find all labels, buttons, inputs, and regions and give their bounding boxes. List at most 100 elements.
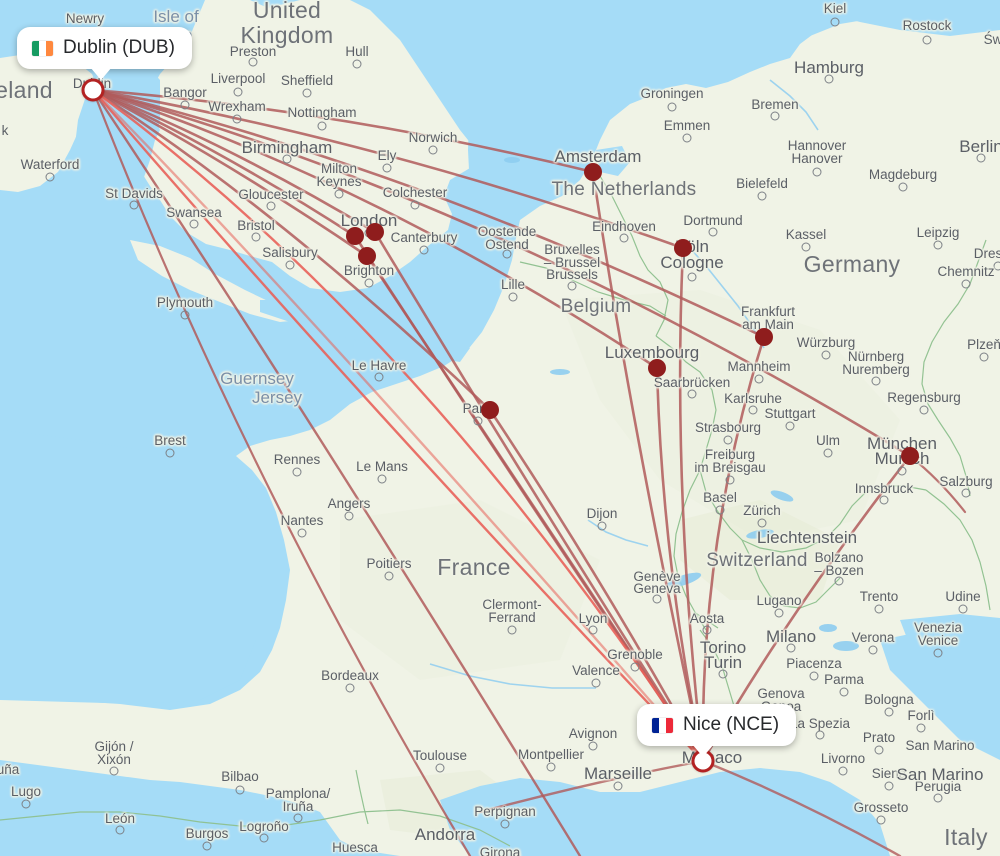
route-cgn-nce bbox=[678, 246, 705, 763]
route-dub-nce-direct bbox=[91, 88, 705, 763]
city-dot-icon bbox=[687, 389, 697, 399]
city-dot-icon bbox=[815, 730, 825, 740]
city-dot-icon bbox=[874, 604, 884, 614]
city-dot-icon bbox=[682, 133, 692, 143]
airport-marker-amsterdam[interactable] bbox=[584, 163, 602, 181]
route-dub-lgw bbox=[91, 88, 369, 258]
city-dot-icon bbox=[725, 475, 735, 485]
city-dot-icon bbox=[344, 511, 354, 521]
city-dot-icon bbox=[876, 815, 886, 825]
city-dot-icon bbox=[652, 594, 662, 604]
city-dot-icon bbox=[715, 505, 725, 515]
city-dot-icon bbox=[297, 528, 307, 538]
city-dot-icon bbox=[718, 669, 728, 679]
city-dot-icon bbox=[871, 376, 881, 386]
city-dot-icon bbox=[251, 232, 261, 242]
airport-marker-luxembourg[interactable] bbox=[648, 359, 666, 377]
city-dot-icon bbox=[473, 416, 483, 426]
airport-marker-munich[interactable] bbox=[901, 447, 919, 465]
city-dot-icon bbox=[419, 245, 429, 255]
city-dot-icon bbox=[591, 678, 601, 688]
city-dot-icon bbox=[838, 766, 848, 776]
city-dot-icon bbox=[502, 249, 512, 259]
bubble-tail bbox=[692, 744, 714, 757]
airport-marker-london-city[interactable] bbox=[366, 223, 384, 241]
city-dot-icon bbox=[115, 825, 125, 835]
city-dot-icon bbox=[180, 100, 190, 110]
route-dub-nce-direct3 bbox=[91, 88, 705, 763]
city-dot-icon bbox=[507, 625, 517, 635]
city-dot-icon bbox=[248, 57, 258, 67]
city-dot-icon bbox=[285, 260, 295, 270]
city-dot-icon bbox=[830, 17, 840, 27]
airport-marker-london-heathrow[interactable] bbox=[346, 227, 364, 245]
airport-marker-paris[interactable] bbox=[481, 401, 499, 419]
origin-bubble[interactable]: Dublin (DUB) bbox=[17, 27, 192, 80]
city-dot-icon bbox=[588, 625, 598, 635]
ireland-flag-icon bbox=[32, 40, 53, 56]
city-dot-icon bbox=[748, 405, 758, 415]
route-dub-south bbox=[91, 88, 582, 856]
city-dot-icon bbox=[630, 662, 640, 672]
city-dot-icon bbox=[801, 242, 811, 252]
city-dot-icon bbox=[898, 182, 908, 192]
city-dot-icon bbox=[317, 121, 327, 131]
origin-airport-marker[interactable] bbox=[81, 78, 105, 102]
city-dot-icon bbox=[785, 421, 795, 431]
city-dot-icon bbox=[546, 762, 556, 772]
airport-marker-london-gatwick[interactable] bbox=[358, 247, 376, 265]
airport-marker-frankfurt[interactable] bbox=[755, 328, 773, 346]
city-dot-icon bbox=[879, 495, 889, 505]
city-dot-icon bbox=[823, 448, 833, 458]
city-dot-icon bbox=[508, 292, 518, 302]
city-dot-icon bbox=[233, 87, 243, 97]
city-dot-icon bbox=[916, 723, 926, 733]
city-dot-icon bbox=[364, 278, 374, 288]
city-dot-icon bbox=[667, 102, 677, 112]
city-dot-icon bbox=[834, 576, 844, 586]
destination-bubble[interactable]: Nice (NCE) bbox=[637, 704, 797, 757]
city-dot-icon bbox=[754, 374, 764, 384]
city-dot-icon bbox=[884, 781, 894, 791]
city-dot-icon bbox=[874, 745, 884, 755]
city-dot-icon bbox=[824, 74, 834, 84]
city-dot-icon bbox=[958, 604, 968, 614]
city-dot-icon bbox=[812, 167, 822, 177]
city-dot-icon bbox=[868, 645, 878, 655]
city-dot-icon bbox=[180, 310, 190, 320]
france-flag-icon bbox=[652, 717, 673, 733]
city-dot-icon bbox=[410, 200, 420, 210]
flight-route-map[interactable]: Newry Preston Hull Kiel Rostock Hamburg Liverp… bbox=[0, 0, 1000, 856]
city-dot-icon bbox=[302, 88, 312, 98]
flight-routes bbox=[91, 88, 967, 856]
route-nce-east bbox=[701, 759, 902, 856]
city-dot-icon bbox=[232, 114, 242, 124]
city-dot-icon bbox=[774, 608, 784, 618]
city-dot-icon bbox=[976, 153, 986, 163]
city-dot-icon bbox=[708, 227, 718, 237]
city-dot-icon bbox=[345, 683, 355, 693]
route-fra-nce bbox=[701, 335, 766, 763]
city-dot-icon bbox=[235, 785, 245, 795]
city-dot-icon bbox=[45, 172, 55, 182]
city-dot-icon bbox=[374, 372, 384, 382]
city-dot-icon bbox=[266, 201, 276, 211]
city-dot-icon bbox=[884, 707, 894, 717]
city-dot-icon bbox=[293, 813, 303, 823]
route-dub-nce-direct2 bbox=[91, 88, 705, 763]
city-dot-icon bbox=[382, 163, 392, 173]
city-dot-icon bbox=[770, 111, 780, 121]
city-dot-icon bbox=[821, 350, 831, 360]
city-dot-icon bbox=[428, 145, 438, 155]
city-dot-icon bbox=[292, 467, 302, 477]
city-dot-icon bbox=[757, 518, 767, 528]
city-dot-icon bbox=[757, 191, 767, 201]
city-dot-icon bbox=[933, 240, 943, 250]
city-dot-icon bbox=[597, 521, 607, 531]
city-dot-icon bbox=[377, 474, 387, 484]
city-dot-icon bbox=[786, 643, 796, 653]
airport-marker-cologne[interactable] bbox=[674, 239, 692, 257]
city-dot-icon bbox=[588, 741, 598, 751]
route-dub-cdg bbox=[91, 88, 492, 412]
city-dot-icon bbox=[129, 200, 139, 210]
